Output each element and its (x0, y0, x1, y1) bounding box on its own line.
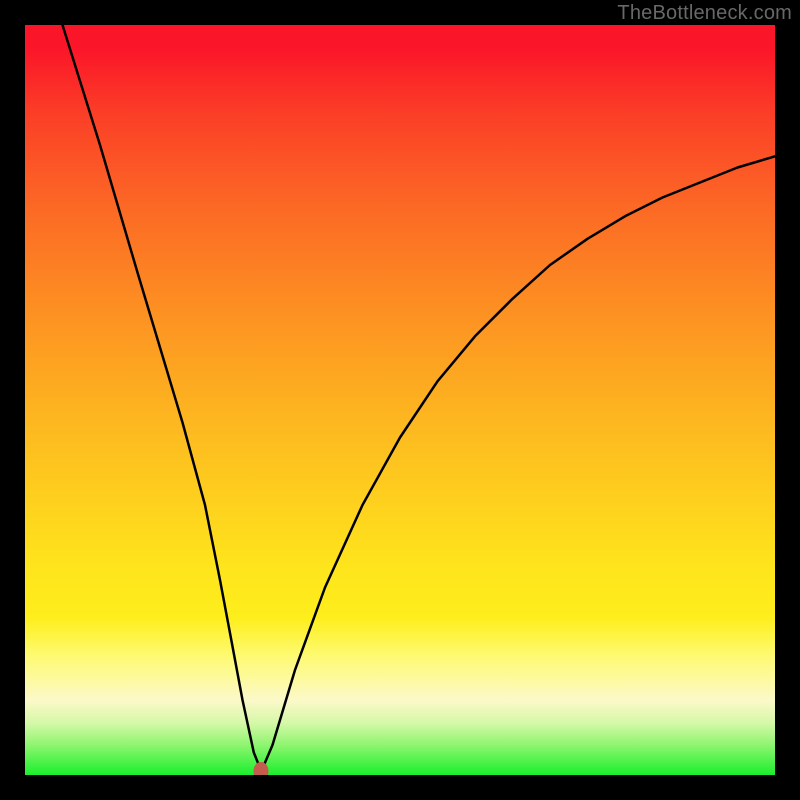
optimal-point-marker (254, 762, 269, 775)
curve-svg (25, 25, 775, 775)
watermark-text: TheBottleneck.com (617, 2, 792, 25)
bottleneck-curve-path (63, 25, 776, 771)
chart-container: TheBottleneck.com (0, 0, 800, 800)
plot-area (25, 25, 775, 775)
